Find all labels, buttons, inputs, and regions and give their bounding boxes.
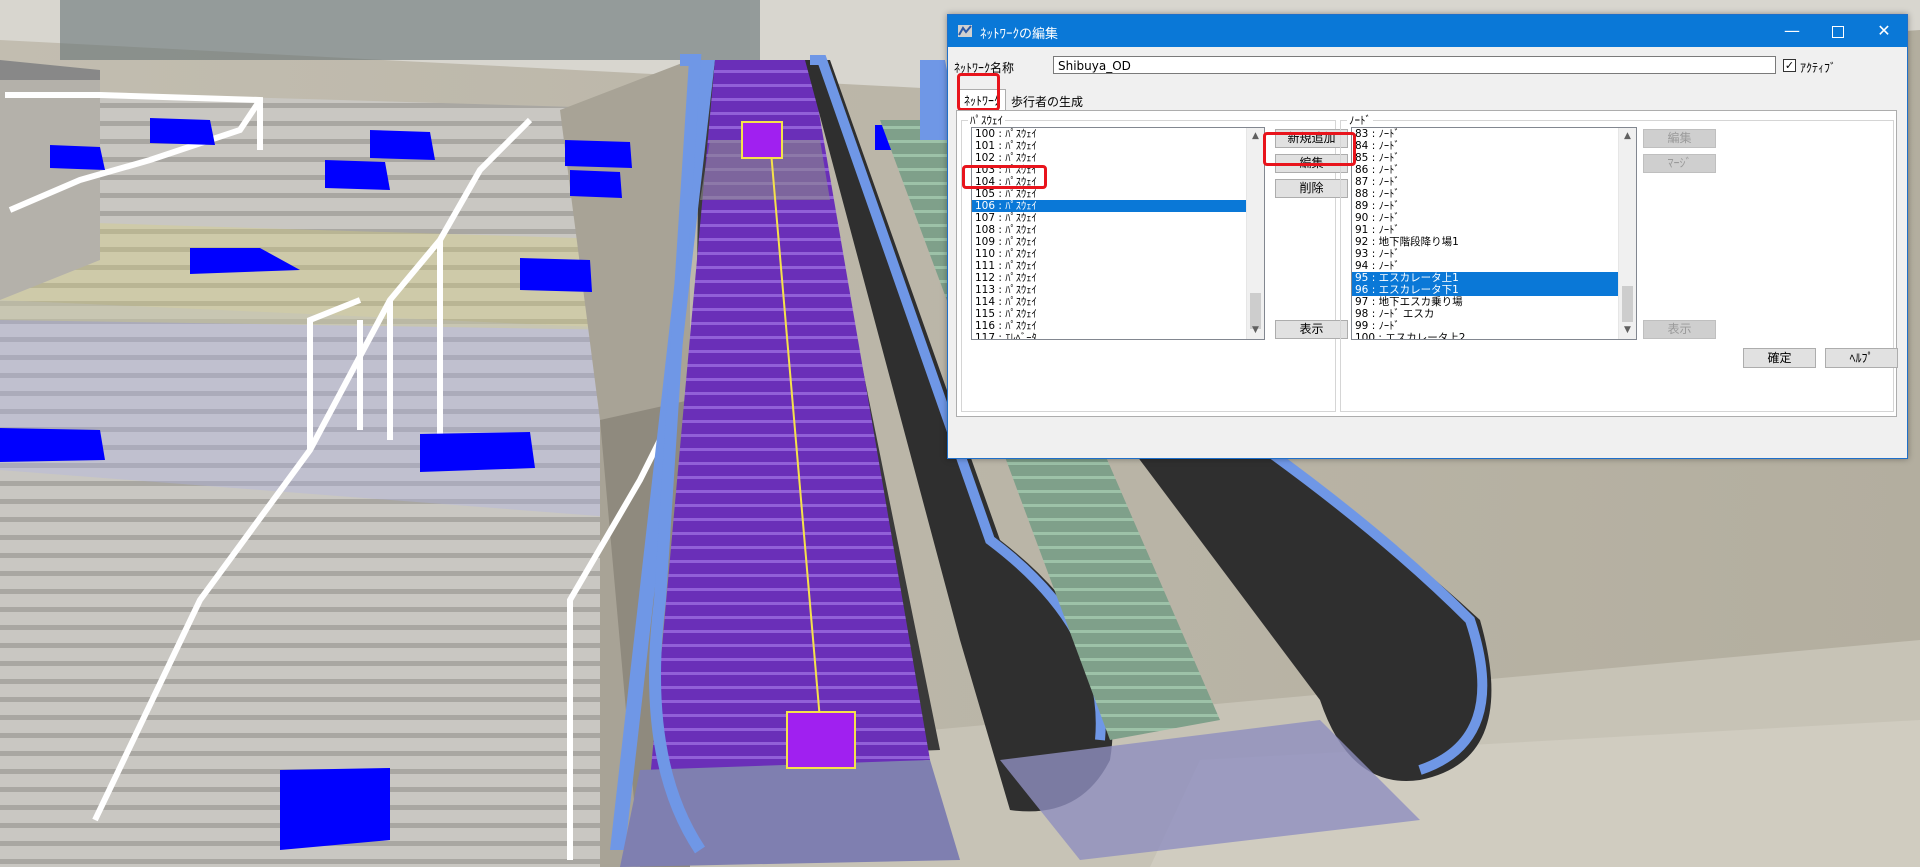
list-item[interactable]: 111 : ﾊﾟｽｳｪｲ [972, 260, 1246, 272]
list-item[interactable]: 112 : ﾊﾟｽｳｪｲ [972, 272, 1246, 284]
list-item[interactable]: 108 : ﾊﾟｽｳｪｲ [972, 224, 1246, 236]
list-item[interactable]: 115 : ﾊﾟｽｳｪｲ [972, 308, 1246, 320]
list-item[interactable]: 98 : ﾉｰﾄﾞ エスカ [1352, 308, 1618, 320]
pathway-show-button[interactable]: 表示 [1275, 320, 1348, 339]
list-item[interactable]: 114 : ﾊﾟｽｳｪｲ [972, 296, 1246, 308]
list-item[interactable]: 117 : ｴﾚﾍﾞｰﾀ [972, 332, 1246, 339]
help-button[interactable]: ﾍﾙﾌﾟ [1825, 348, 1898, 368]
list-item[interactable]: 89 : ﾉｰﾄﾞ [1352, 200, 1618, 212]
network-edit-dialog: ﾈｯﾄﾜｰｸの編集 — ✕ ﾈｯﾄﾜｰｸ名称 Shibuya_OD ✓ ｱｸﾃｨ… [947, 14, 1908, 459]
tab-network[interactable]: ﾈｯﾄﾜｰｸ [958, 89, 1006, 111]
list-item[interactable]: 94 : ﾉｰﾄﾞ [1352, 260, 1618, 272]
list-item[interactable]: 90 : ﾉｰﾄﾞ [1352, 212, 1618, 224]
list-item[interactable]: 106 : ﾊﾟｽｳｪｲ [972, 200, 1246, 212]
list-item[interactable]: 107 : ﾊﾟｽｳｪｲ [972, 212, 1246, 224]
app-icon [958, 25, 972, 37]
maximize-icon [1832, 25, 1844, 38]
list-item[interactable]: 85 : ﾉｰﾄﾞ [1352, 152, 1618, 164]
dialog-titlebar[interactable]: ﾈｯﾄﾜｰｸの編集 — ✕ [948, 15, 1907, 47]
node-listbox[interactable]: 83 : ﾉｰﾄﾞ 84 : ﾉｰﾄﾞ 85 : ﾉｰﾄﾞ 86 : ﾉｰﾄﾞ 87 :… [1351, 127, 1637, 340]
active-checkbox[interactable]: ✓ [1783, 59, 1796, 72]
list-item[interactable]: 92 : 地下階段降り場1 [1352, 236, 1618, 248]
list-item[interactable]: 100 : エスカレータ上2 [1352, 332, 1618, 339]
minimize-button[interactable]: — [1769, 15, 1815, 47]
list-item[interactable]: 103 : ﾊﾟｽｳｪｲ [972, 164, 1246, 176]
list-item[interactable]: 97 : 地下エスカ乗り場 [1352, 296, 1618, 308]
list-item[interactable]: 95 : エスカレータ上1 [1352, 272, 1618, 284]
list-item[interactable]: 104 : ﾊﾟｽｳｪｲ [972, 176, 1246, 188]
active-label: ｱｸﾃｨﾌﾞ [1800, 61, 1837, 75]
node-show-button[interactable]: 表示 [1643, 320, 1716, 339]
pathway-add-button[interactable]: 新規追加 [1275, 129, 1348, 148]
scroll-thumb[interactable] [1622, 286, 1633, 322]
dialog-title: ﾈｯﾄﾜｰｸの編集 [980, 27, 1059, 42]
pathway-delete-button[interactable]: 削除 [1275, 179, 1348, 198]
node-merge-button[interactable]: ﾏｰｼﾞ [1643, 154, 1716, 173]
close-icon: ✕ [1877, 21, 1891, 40]
list-item[interactable]: 96 : エスカレータ下1 [1352, 284, 1618, 296]
list-item[interactable]: 86 : ﾉｰﾄﾞ [1352, 164, 1618, 176]
node-group-title: ﾉｰﾄﾞ [1347, 112, 1373, 128]
pathway-list-items: 100 : ﾊﾟｽｳｪｲ 101 : ﾊﾟｽｳｪｲ 102 : ﾊﾟｽｳｪｲ 103 … [972, 128, 1246, 339]
list-item[interactable]: 110 : ﾊﾟｽｳｪｲ [972, 248, 1246, 260]
network-name-label: ﾈｯﾄﾜｰｸ名称 [954, 61, 1015, 75]
scroll-up-icon[interactable]: ▲ [1247, 128, 1264, 145]
list-item[interactable]: 83 : ﾉｰﾄﾞ [1352, 128, 1618, 140]
list-item[interactable]: 84 : ﾉｰﾄﾞ [1352, 140, 1618, 152]
list-item[interactable]: 113 : ﾊﾟｽｳｪｲ [972, 284, 1246, 296]
close-button[interactable]: ✕ [1861, 15, 1907, 47]
pathway-group-title: ﾊﾟｽｳｪｲ [968, 112, 1005, 128]
scroll-down-icon[interactable]: ▼ [1619, 322, 1636, 339]
network-tab-panel: ﾊﾟｽｳｪｲ 100 : ﾊﾟｽｳｪｲ 101 : ﾊﾟｽｳｪｲ 102 : ﾊﾟｽ… [956, 110, 1897, 417]
pathway-scrollbar[interactable]: ▲ ▼ [1246, 128, 1264, 339]
node-edit-button[interactable]: 編集 [1643, 129, 1716, 148]
list-item[interactable]: 100 : ﾊﾟｽｳｪｲ [972, 128, 1246, 140]
list-item[interactable]: 99 : ﾉｰﾄﾞ [1352, 320, 1618, 332]
network-name-input[interactable]: Shibuya_OD [1053, 56, 1776, 74]
list-item[interactable]: 93 : ﾉｰﾄﾞ [1352, 248, 1618, 260]
list-item[interactable]: 116 : ﾊﾟｽｳｪｲ [972, 320, 1246, 332]
scroll-up-icon[interactable]: ▲ [1619, 128, 1636, 145]
node-list-items: 83 : ﾉｰﾄﾞ 84 : ﾉｰﾄﾞ 85 : ﾉｰﾄﾞ 86 : ﾉｰﾄﾞ 87 :… [1352, 128, 1618, 339]
ok-button[interactable]: 確定 [1743, 348, 1816, 368]
list-item[interactable]: 105 : ﾊﾟｽｳｪｲ [972, 188, 1246, 200]
list-item[interactable]: 101 : ﾊﾟｽｳｪｲ [972, 140, 1246, 152]
minimize-icon: — [1784, 21, 1800, 40]
list-item[interactable]: 102 : ﾊﾟｽｳｪｲ [972, 152, 1246, 164]
scroll-down-icon[interactable]: ▼ [1247, 322, 1264, 339]
list-item[interactable]: 88 : ﾉｰﾄﾞ [1352, 188, 1618, 200]
list-item[interactable]: 109 : ﾊﾟｽｳｪｲ [972, 236, 1246, 248]
pathway-listbox[interactable]: 100 : ﾊﾟｽｳｪｲ 101 : ﾊﾟｽｳｪｲ 102 : ﾊﾟｽｳｪｲ 103 … [971, 127, 1265, 340]
maximize-button[interactable] [1815, 15, 1861, 47]
pathway-edit-button[interactable]: 編集 [1275, 154, 1348, 173]
list-item[interactable]: 91 : ﾉｰﾄﾞ [1352, 224, 1618, 236]
list-item[interactable]: 87 : ﾉｰﾄﾞ [1352, 176, 1618, 188]
node-scrollbar[interactable]: ▲ ▼ [1618, 128, 1636, 339]
